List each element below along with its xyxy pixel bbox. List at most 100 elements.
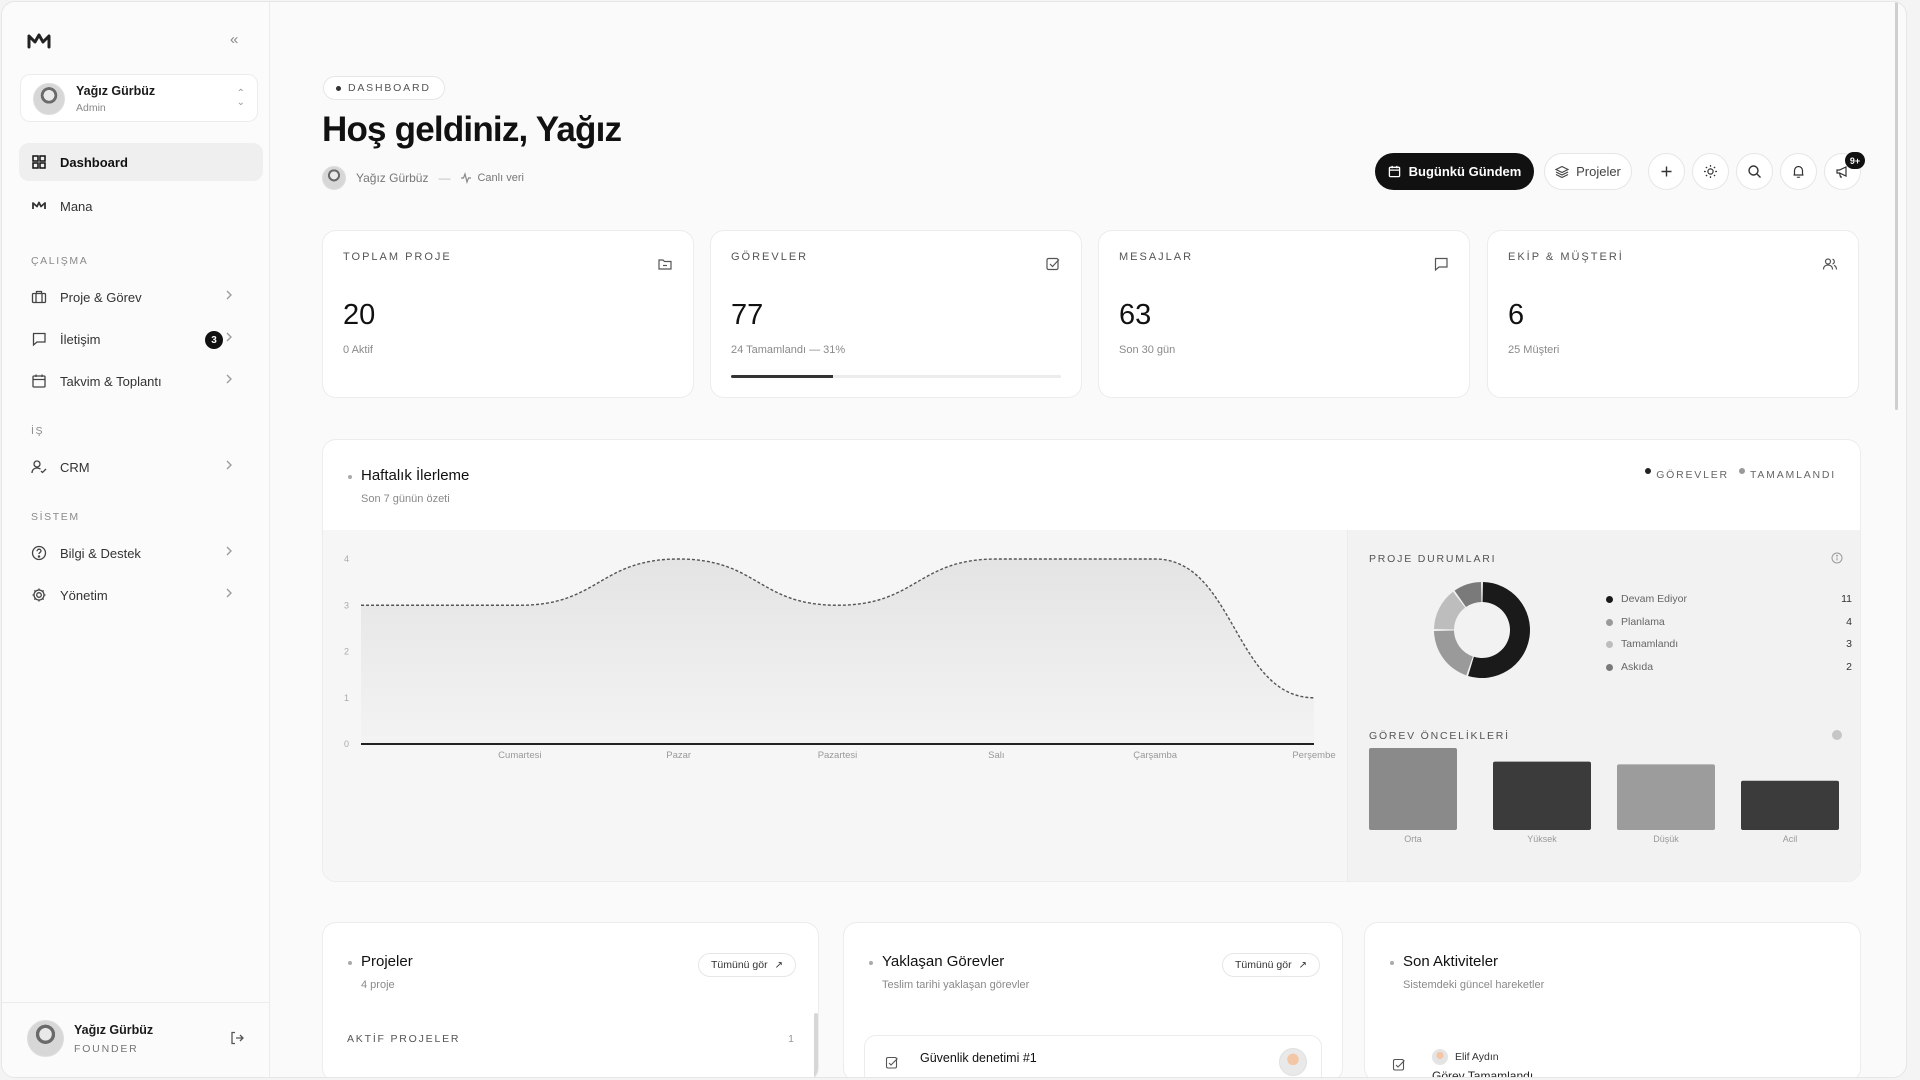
projects-see-all-button[interactable]: Tümünü gör <box>697 953 796 977</box>
today-agenda-label: Bugünkü Gündem <box>1408 164 1522 179</box>
recent-activity-card: Son Aktiviteler Sistemdeki güncel hareke… <box>1364 922 1861 1078</box>
check-square-icon <box>885 1056 898 1069</box>
collapse-sidebar-icon[interactable]: « <box>230 31 238 48</box>
sidebar-item-label: Bilgi & Destek <box>60 545 141 561</box>
sidebar-item-label: Mana <box>60 198 93 214</box>
y-tick-label: 2 <box>344 647 349 657</box>
page-scrollbar[interactable] <box>1895 2 1898 410</box>
stat-value: 20 <box>343 299 376 331</box>
title-dot <box>1390 961 1394 965</box>
legend-swatch <box>1645 468 1652 474</box>
stat-label: EKİP & MÜŞTERİ <box>1508 251 1624 263</box>
stat-subtext: 0 Aktif <box>343 344 373 356</box>
projects-button[interactable]: Projeler <box>1544 153 1632 190</box>
add-button[interactable] <box>1648 153 1685 190</box>
search-button[interactable] <box>1736 153 1773 190</box>
tasks-see-all-button[interactable]: Tümünü gör <box>1221 953 1320 977</box>
check-square-icon <box>1392 1058 1405 1071</box>
unread-badge: 3 <box>205 331 223 349</box>
sidebar: « Yağız Gürbüz Admin ⌃ ⌄ Dashboard Mana Ç… <box>2 2 270 1077</box>
y-tick-label: 0 <box>344 739 349 749</box>
header-meta: Yağız Gürbüz — Canlı veri <box>322 166 524 190</box>
calendar-icon <box>1388 165 1400 178</box>
notification-count-badge: 9+ <box>1845 152 1865 169</box>
breadcrumb: DASHBOARD <box>323 76 445 100</box>
user-name: Yağız Gürbüz <box>76 84 156 98</box>
app-window: « Yağız Gürbüz Admin ⌃ ⌄ Dashboard Mana Ç… <box>1 1 1907 1078</box>
sidebar-item-mana[interactable]: Mana <box>19 187 263 225</box>
sidebar-item-crm[interactable]: CRM <box>19 448 263 486</box>
separator: — <box>438 171 451 185</box>
help-icon <box>31 545 47 561</box>
header-user-name: Yağız Gürbüz <box>356 171 429 185</box>
y-tick-label: 3 <box>344 600 349 610</box>
sidebar-item-communication[interactable]: İletişim 3 <box>19 320 263 358</box>
sidebar-item-label: İletişim <box>60 331 101 347</box>
stat-label: MESAJLAR <box>1119 251 1194 263</box>
title-dot <box>348 961 352 965</box>
stat-card-messages[interactable]: MESAJLAR 63 Son 30 gün <box>1098 230 1470 398</box>
avatar[interactable] <box>27 1020 64 1057</box>
chevron-right-icon <box>226 546 232 556</box>
task-row[interactable]: Güvenlik denetimi #1 <box>864 1035 1322 1077</box>
sidebar-item-label: CRM <box>60 459 90 475</box>
search-icon <box>1748 165 1761 178</box>
bar-category-label: Acil <box>1783 834 1798 844</box>
sidebar-item-management[interactable]: Yönetim <box>19 576 263 614</box>
theme-toggle-button[interactable] <box>1692 153 1729 190</box>
stat-card-team[interactable]: EKİP & MÜŞTERİ 6 25 Müşteri <box>1487 230 1859 398</box>
recent-activity-title: Son Aktiviteler <box>1403 953 1499 970</box>
mana-logo-icon[interactable] <box>26 30 52 52</box>
projects-subtitle: 4 proje <box>361 979 395 991</box>
stat-card-tasks[interactable]: GÖREVLER 77 24 Tamamlandı — 31% <box>710 230 1082 398</box>
page-title: Hoş geldiniz, Yağız <box>322 110 622 149</box>
stat-value: 6 <box>1508 299 1525 331</box>
avatar <box>322 166 346 190</box>
today-agenda-button[interactable]: Bugünkü Gündem <box>1375 153 1534 190</box>
logout-icon[interactable] <box>229 1030 245 1046</box>
projects-label: Projeler <box>1576 164 1621 179</box>
activity-action: Görev Tamamlandı <box>1432 1069 1534 1078</box>
legend-swatch <box>1738 468 1745 474</box>
sidebar-item-dashboard[interactable]: Dashboard <box>19 143 263 181</box>
bell-icon <box>1793 165 1804 178</box>
plus-icon <box>1661 166 1672 177</box>
scrollbar[interactable] <box>814 1013 818 1077</box>
user-switcher[interactable]: Yağız Gürbüz Admin ⌃ ⌄ <box>20 74 258 122</box>
notifications-button[interactable] <box>1780 153 1817 190</box>
sidebar-item-calendar[interactable]: Takvim & Toplantı <box>19 362 263 400</box>
dashboard-icon <box>32 155 46 169</box>
y-tick-label: 1 <box>344 693 349 703</box>
bar-category-label: Orta <box>1404 834 1422 844</box>
chevron-right-icon <box>226 290 232 300</box>
weekly-area-chart: 0 1 2 3 4 Cumartesi Pazar Pazartesi Salı Çarşamba… <box>344 554 1336 761</box>
stat-label: GÖREVLER <box>731 251 809 263</box>
x-tick-label: Salı <box>988 750 1004 761</box>
x-tick-label: Pazartesi <box>818 750 858 761</box>
x-tick-label: Pazar <box>666 750 691 761</box>
section-label-is: İŞ <box>31 425 45 437</box>
section-label-calisma: ÇALIŞMA <box>31 255 89 267</box>
sidebar-item-label: Yönetim <box>60 587 108 603</box>
stat-subtext: Son 30 gün <box>1119 344 1176 356</box>
bar <box>1369 748 1457 830</box>
title-dot <box>348 475 352 479</box>
chevron-right-icon <box>226 374 232 384</box>
stat-card-projects[interactable]: TOPLAM PROJE 20 0 Aktif <box>322 230 694 398</box>
users-icon <box>1822 258 1838 270</box>
sidebar-footer: Yağız Gürbüz FOUNDER <box>2 1002 270 1077</box>
upcoming-tasks-card: Yaklaşan Görevler Teslim tarihi yaklaşan… <box>843 922 1343 1077</box>
sidebar-item-projects[interactable]: Proje & Görev <box>19 278 263 316</box>
stat-subtext: 24 Tamamlandı — 31% <box>731 344 846 356</box>
progress-fill <box>731 375 834 378</box>
weekly-progress-panel: Haftalık İlerleme Son 7 günün özeti GÖRE… <box>322 439 1861 882</box>
folder-icon <box>658 259 672 270</box>
chart-legend: GÖREVLER TAMAMLANDI <box>1635 468 1836 481</box>
avatar <box>33 83 65 115</box>
sidebar-item-help[interactable]: Bilgi & Destek <box>19 534 263 572</box>
legend-item: TAMAMLANDI <box>1749 469 1836 481</box>
chevron-up-down-icon: ⌃ ⌄ <box>236 88 245 108</box>
upcoming-tasks-subtitle: Teslim tarihi yaklaşan görevler <box>882 979 1030 991</box>
bar-category-label: Yüksek <box>1527 834 1557 844</box>
upcoming-tasks-title: Yaklaşan Görevler <box>882 953 1005 970</box>
